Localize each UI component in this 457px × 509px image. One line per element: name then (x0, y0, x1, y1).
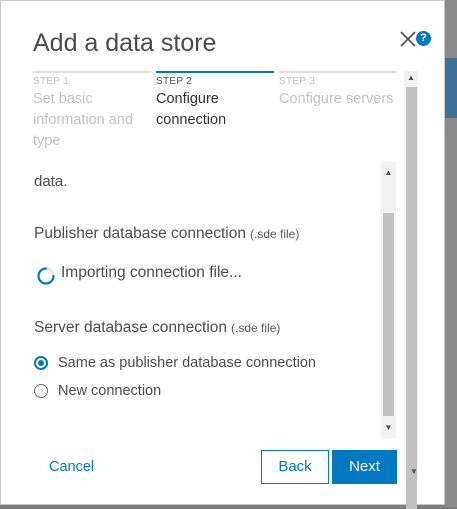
step-3-label: Configure servers (279, 89, 395, 110)
step-2-bar (156, 71, 274, 73)
publisher-connection-label: Publisher database connection (.sde file) (34, 225, 299, 243)
content-scrollbar-thumb[interactable] (383, 213, 394, 416)
radio-button-selected[interactable] (34, 356, 48, 370)
radio-same-as-publisher[interactable]: Same as publisher database connection (34, 355, 316, 371)
background-window-header (445, 58, 457, 118)
scroll-up-arrow[interactable]: ▲ (381, 168, 396, 178)
close-icon[interactable] (399, 30, 417, 48)
step-1-bar (33, 71, 151, 73)
dialog-scrollbar[interactable]: ▲ (404, 71, 418, 509)
help-icon[interactable]: ? (416, 31, 431, 46)
radio-new-connection-label: New connection (58, 383, 162, 399)
step-1-label-line: information and (33, 112, 133, 128)
server-connection-hint: (.sde file) (231, 321, 281, 335)
step-1[interactable]: STEP 1 Set basic information and type (33, 71, 151, 152)
step-3-bar (279, 71, 397, 73)
importing-status-text: Importing connection file... (61, 264, 242, 281)
step-1-label: Set basic information and type (33, 89, 149, 152)
scroll-up-arrow[interactable]: ▲ (404, 73, 418, 83)
step-3-number: STEP 3 (279, 76, 316, 87)
add-data-store-dialog: Add a data store ? STEP 1 Set basic info… (0, 0, 445, 509)
dialog-scrollbar-thumb[interactable] (406, 87, 417, 509)
server-connection-label: Server database connection (.sde file) (34, 319, 280, 337)
step-3-label-line: Configure servers (279, 91, 394, 107)
step-2-label-line: Configure (156, 91, 219, 107)
step-1-number: STEP 1 (33, 76, 70, 87)
server-connection-title: Server database connection (34, 319, 228, 336)
loading-spinner-icon (37, 267, 55, 285)
step-2[interactable]: STEP 2 Configure connection (156, 71, 274, 131)
radio-new-connection[interactable]: New connection (34, 383, 161, 399)
publisher-connection-hint: (.sde file) (249, 227, 300, 241)
back-button[interactable]: Back (261, 450, 329, 484)
step-2-number: STEP 2 (156, 76, 193, 87)
scroll-down-arrow[interactable]: ▼ (381, 423, 396, 433)
next-button[interactable]: Next (332, 450, 397, 484)
scroll-down-arrow[interactable]: ▼ (407, 467, 421, 477)
step-3[interactable]: STEP 3 Configure servers (279, 71, 397, 110)
publisher-connection-title: Publisher database connection (34, 225, 246, 242)
partial-description-text: data. (34, 173, 68, 190)
step-indicator: STEP 1 Set basic information and type ST… (33, 71, 398, 161)
radio-button[interactable] (34, 384, 48, 398)
content-scrollbar[interactable]: ▲ ▼ (381, 161, 396, 439)
step-1-label-line: type (33, 133, 61, 149)
cancel-button[interactable]: Cancel (49, 459, 94, 475)
radio-same-as-publisher-label: Same as publisher database connection (58, 355, 316, 371)
dialog-title: Add a data store (33, 29, 217, 57)
step-1-label-line: Set basic (33, 91, 93, 107)
step-2-label: Configure connection (156, 89, 272, 131)
step-2-label-line: connection (156, 112, 227, 128)
